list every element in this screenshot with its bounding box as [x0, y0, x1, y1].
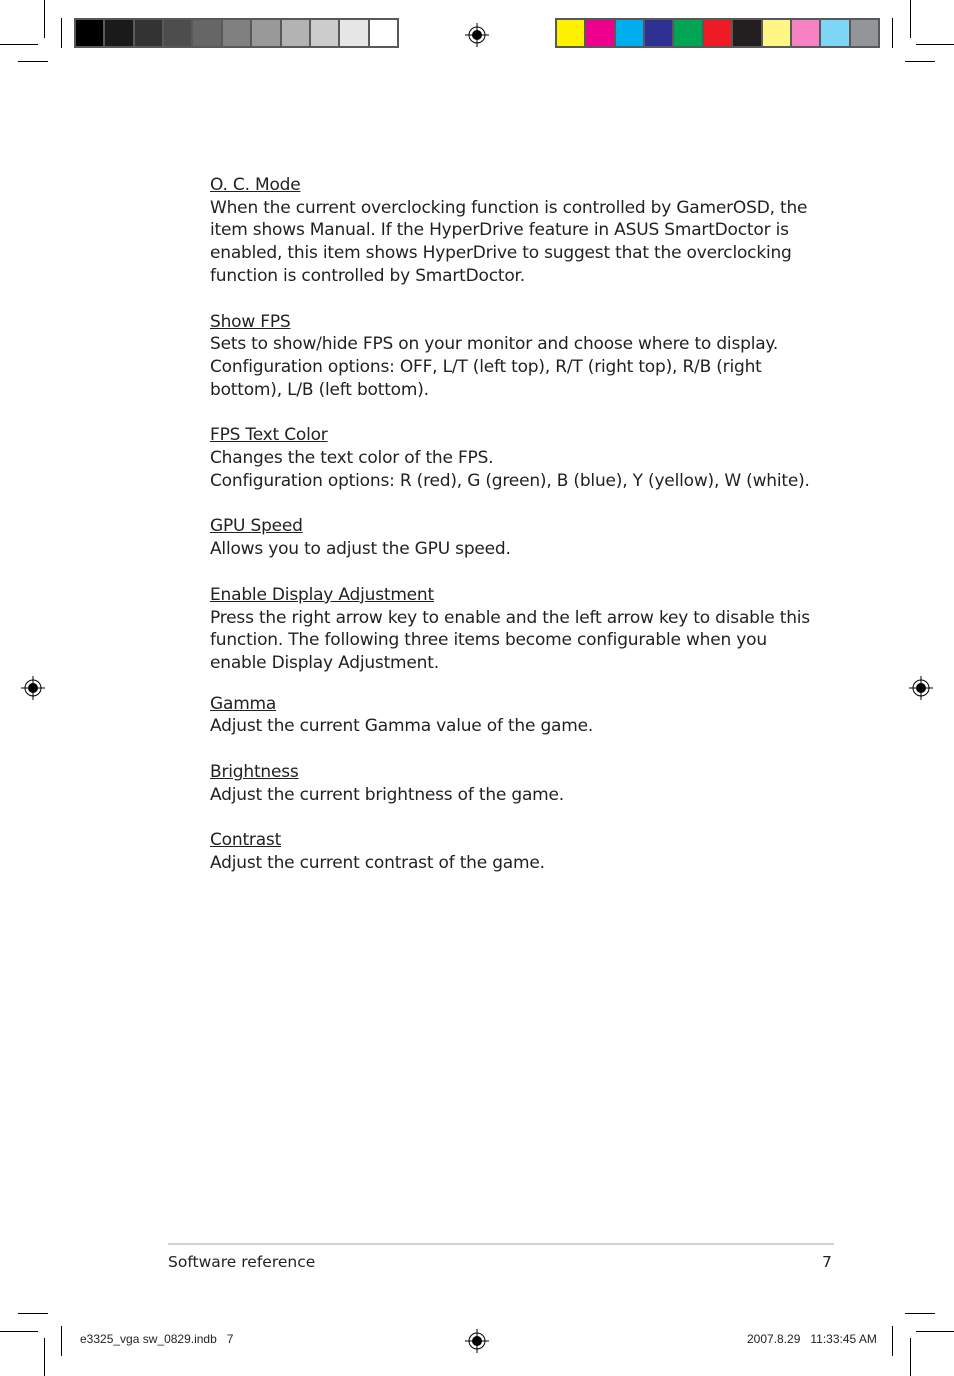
process-color-swatch	[733, 20, 761, 46]
process-color-swatch	[586, 20, 614, 46]
section-brightness: Brightness Adjust the current brightness…	[210, 761, 810, 806]
crop-mark	[61, 1326, 62, 1356]
process-color-swatch	[557, 20, 585, 46]
section-gpu-speed: GPU Speed Allows you to adjust the GPU s…	[210, 515, 810, 560]
document-body: O. C. Mode When the current overclocking…	[210, 174, 810, 898]
crop-mark	[910, 1338, 911, 1376]
grayscale-swatch	[310, 20, 339, 46]
section-enable-display-adjustment: Enable Display Adjustment Press the righ…	[210, 584, 810, 675]
grayscale-swatch	[134, 20, 163, 46]
grayscale-swatch	[340, 20, 368, 46]
section-paragraph: When the current overclocking function i…	[210, 197, 808, 286]
crop-mark	[44, 0, 45, 38]
process-color-swatch	[850, 20, 878, 46]
section-heading: FPS Text Color	[210, 425, 328, 446]
process-color-swatch	[645, 20, 673, 46]
grayscale-color-bar	[74, 18, 399, 48]
process-color-swatch	[703, 20, 732, 46]
section-paragraph: Changes the text color of the FPS.	[210, 448, 494, 469]
crop-mark	[916, 44, 954, 45]
grayscale-swatch	[252, 20, 280, 46]
footer-section-title: Software reference	[168, 1253, 316, 1271]
section-heading: Enable Display Adjustment	[210, 584, 434, 605]
section-paragraph: Sets to show/hide FPS on your monitor an…	[210, 334, 779, 400]
section-gamma: Gamma Adjust the current Gamma value of …	[210, 693, 810, 738]
section-show-fps: Show FPS Sets to show/hide FPS on your m…	[210, 311, 810, 402]
section-paragraph: Adjust the current brightness of the gam…	[210, 784, 564, 805]
section-paragraph: Configuration options: R (red), G (green…	[210, 470, 810, 491]
grayscale-swatch	[105, 20, 133, 46]
crop-mark	[892, 18, 893, 48]
section-heading: Show FPS	[210, 311, 291, 332]
section-heading: GPU Speed	[210, 516, 303, 537]
crop-mark	[18, 1313, 48, 1314]
grayscale-swatch	[222, 20, 251, 46]
process-color-swatch	[821, 20, 849, 46]
crop-mark	[892, 1326, 893, 1356]
registration-mark-icon	[21, 676, 45, 700]
crop-mark	[0, 1331, 38, 1332]
grayscale-swatch	[369, 20, 397, 46]
section-heading: Contrast	[210, 830, 282, 851]
section-oc-mode: O. C. Mode When the current overclocking…	[210, 174, 810, 288]
grayscale-swatch	[76, 20, 104, 46]
grayscale-swatch	[164, 20, 192, 46]
registration-mark-icon	[465, 23, 489, 47]
grayscale-swatch	[193, 20, 221, 46]
crop-mark	[910, 0, 911, 38]
process-color-swatch	[762, 20, 790, 46]
process-color-swatch	[674, 20, 702, 46]
slug-file-name: e3325_vga sw_0829.indb 7	[80, 1332, 234, 1346]
process-color-swatch	[791, 20, 820, 46]
process-color-bar	[555, 18, 880, 48]
section-paragraph: Allows you to adjust the GPU speed.	[210, 539, 511, 560]
section-heading: Brightness	[210, 762, 299, 783]
grayscale-swatch	[281, 20, 309, 46]
process-color-swatch	[615, 20, 644, 46]
crop-mark	[905, 61, 935, 62]
page-number: 7	[822, 1253, 832, 1271]
section-heading: Gamma	[210, 693, 277, 714]
section-fps-text-color: FPS Text Color Changes the text color of…	[210, 424, 810, 492]
crop-mark	[905, 1313, 935, 1314]
crop-mark	[0, 44, 38, 45]
crop-mark	[44, 1338, 45, 1376]
footer-divider	[168, 1243, 834, 1245]
section-paragraph: Press the right arrow key to enable and …	[210, 607, 810, 673]
slug-timestamp: 2007.8.29 11:33:45 AM	[747, 1332, 877, 1346]
registration-mark-icon	[465, 1329, 489, 1353]
crop-mark	[18, 61, 48, 62]
registration-mark-icon	[909, 676, 933, 700]
section-heading: O. C. Mode	[210, 175, 301, 195]
section-paragraph: Adjust the current contrast of the game.	[210, 853, 545, 874]
section-paragraph: Adjust the current Gamma value of the ga…	[210, 716, 594, 737]
crop-mark	[61, 18, 62, 48]
section-contrast: Contrast Adjust the current contrast of …	[210, 829, 810, 874]
crop-mark	[916, 1331, 954, 1332]
